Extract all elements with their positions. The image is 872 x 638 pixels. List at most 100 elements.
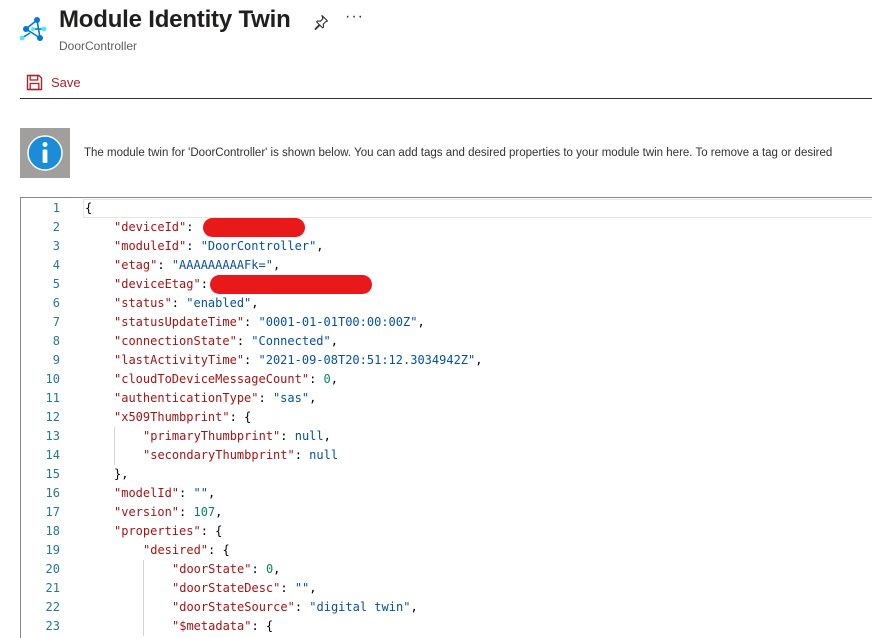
line-number: 4 <box>52 258 60 272</box>
code-line[interactable]: 2 "deviceId": <box>21 218 872 237</box>
info-icon <box>27 135 63 171</box>
code-line[interactable]: 23 "$metadata": { <box>21 617 872 636</box>
json-punctuation: : { <box>229 410 252 424</box>
json-punctuation: }, <box>114 467 129 481</box>
json-punctuation: , <box>330 334 338 348</box>
json-punctuation: , <box>207 486 216 500</box>
line-number: 22 <box>45 600 60 614</box>
json-punctuation: : <box>258 391 273 405</box>
code-text: "doorStateSource": "digital twin", <box>172 598 418 617</box>
line-number: 16 <box>45 486 60 500</box>
code-text: "etag": "AAAAAAAAAFk=", <box>114 256 280 275</box>
line-number: 18 <box>45 524 60 538</box>
code-line[interactable]: 6 "status": "enabled", <box>21 294 872 313</box>
code-line[interactable]: 5 "deviceEtag": <box>21 275 872 294</box>
json-number: 0 <box>323 372 331 386</box>
code-line[interactable]: 13 "primaryThumbprint": null, <box>21 427 872 446</box>
code-line[interactable]: 15}, <box>21 465 872 484</box>
json-key: "secondaryThumbprint" <box>143 448 295 462</box>
code-text: "deviceEtag": <box>114 275 208 294</box>
code-text: "deviceId": <box>114 218 201 237</box>
code-line[interactable]: 8 "connectionState": "Connected", <box>21 332 872 351</box>
json-key: "status" <box>114 296 172 310</box>
code-line[interactable]: 22 "doorStateSource": "digital twin", <box>21 598 872 617</box>
line-number: 12 <box>45 410 60 424</box>
json-key: "deviceId" <box>114 220 187 234</box>
code-line[interactable]: 17 "version": 107, <box>21 503 872 522</box>
line-number: 20 <box>45 562 60 576</box>
save-button-label: Save <box>51 74 81 90</box>
save-button[interactable]: Save <box>26 71 81 93</box>
json-key: "desired" <box>143 543 209 557</box>
json-string: "DoorController" <box>200 239 317 253</box>
line-number: 2 <box>52 220 60 234</box>
json-punctuation: , <box>417 315 425 329</box>
code-line[interactable]: 16 "modelId": "", <box>21 484 872 503</box>
line-number: 23 <box>45 619 60 633</box>
code-text: "status": "enabled", <box>114 294 259 313</box>
line-number: 19 <box>45 543 60 557</box>
pin-icon[interactable] <box>313 14 329 30</box>
toolbar-divider <box>20 98 872 99</box>
json-key: "etag" <box>114 258 158 272</box>
more-icon[interactable]: ··· <box>345 8 364 26</box>
json-string: "AAAAAAAAAFk=" <box>171 258 273 272</box>
info-icon-box <box>20 128 70 178</box>
json-key: "$metadata" <box>172 619 252 633</box>
code-line[interactable]: 12 "x509Thumbprint": { <box>21 408 872 427</box>
save-icon <box>26 74 43 90</box>
line-number: 15 <box>45 467 60 481</box>
json-punctuation: : <box>244 353 259 367</box>
json-punctuation: { <box>85 201 93 215</box>
json-punctuation: : { <box>251 619 274 633</box>
code-line[interactable]: 10 "cloudToDeviceMessageCount": 0, <box>21 370 872 389</box>
line-number: 10 <box>45 372 60 386</box>
json-editor[interactable]: 1{ 2 "deviceId": 3 "moduleId": "DoorControl… <box>20 197 872 638</box>
code-line[interactable]: 14 "secondaryThumbprint": null <box>21 446 872 465</box>
json-punctuation: , <box>330 372 338 386</box>
code-line[interactable]: 9 "lastActivityTime": "2021-09-08T20:51:1… <box>21 351 872 370</box>
json-punctuation: , <box>475 353 483 367</box>
json-key: "doorState" <box>172 562 252 576</box>
code-text: "x509Thumbprint": { <box>114 408 251 427</box>
json-punctuation: : <box>200 277 208 291</box>
code-line[interactable]: 11 "authenticationType": "sas", <box>21 389 872 408</box>
json-key: "authenticationType" <box>114 391 259 405</box>
code-text: "modelId": "", <box>114 484 215 503</box>
line-number: 3 <box>52 239 60 253</box>
json-key: "properties" <box>114 524 201 538</box>
json-key: "doorStateSource" <box>172 600 295 614</box>
code-line[interactable]: 3 "moduleId": "DoorController", <box>21 237 872 256</box>
json-punctuation: : <box>294 600 310 614</box>
json-string: "enabled" <box>186 296 252 310</box>
json-punctuation: : <box>157 258 172 272</box>
line-number: 5 <box>52 277 60 291</box>
json-punctuation: , <box>215 505 223 519</box>
code-text: "properties": { <box>114 522 222 541</box>
code-line[interactable]: 20 "doorState": 0, <box>21 560 872 579</box>
json-key: "lastActivityTime" <box>114 353 245 367</box>
code-line[interactable]: 4 "etag": "AAAAAAAAAFk=", <box>21 256 872 275</box>
json-punctuation: : <box>280 581 295 595</box>
json-punctuation: : <box>280 429 295 443</box>
code-text: "primaryThumbprint": null, <box>143 427 331 446</box>
code-line[interactable]: 19 "desired": { <box>21 541 872 560</box>
json-key: "statusUpdateTime" <box>114 315 245 329</box>
line-number: 14 <box>45 448 60 462</box>
code-line[interactable]: 1{ <box>21 199 872 218</box>
json-punctuation: : <box>179 486 194 500</box>
line-number: 13 <box>45 429 60 443</box>
code-line[interactable]: 7 "statusUpdateTime": "0001-01-01T00:00:0… <box>21 313 872 332</box>
json-string: "2021-09-08T20:51:12.3034942Z" <box>258 353 476 367</box>
json-key: "doorStateDesc" <box>172 581 281 595</box>
json-key: "x509Thumbprint" <box>114 410 230 424</box>
json-string: "" <box>294 581 310 595</box>
line-number: 6 <box>52 296 60 310</box>
code-text: "doorState": 0, <box>172 560 280 579</box>
code-line[interactable]: 21 "doorStateDesc": "", <box>21 579 872 598</box>
json-punctuation: : <box>179 505 194 519</box>
info-banner: The module twin for 'DoorController' is … <box>20 128 872 178</box>
code-line[interactable]: 18 "properties": { <box>21 522 872 541</box>
json-key: "primaryThumbprint" <box>143 429 281 443</box>
code-text: "$metadata": { <box>172 617 273 636</box>
